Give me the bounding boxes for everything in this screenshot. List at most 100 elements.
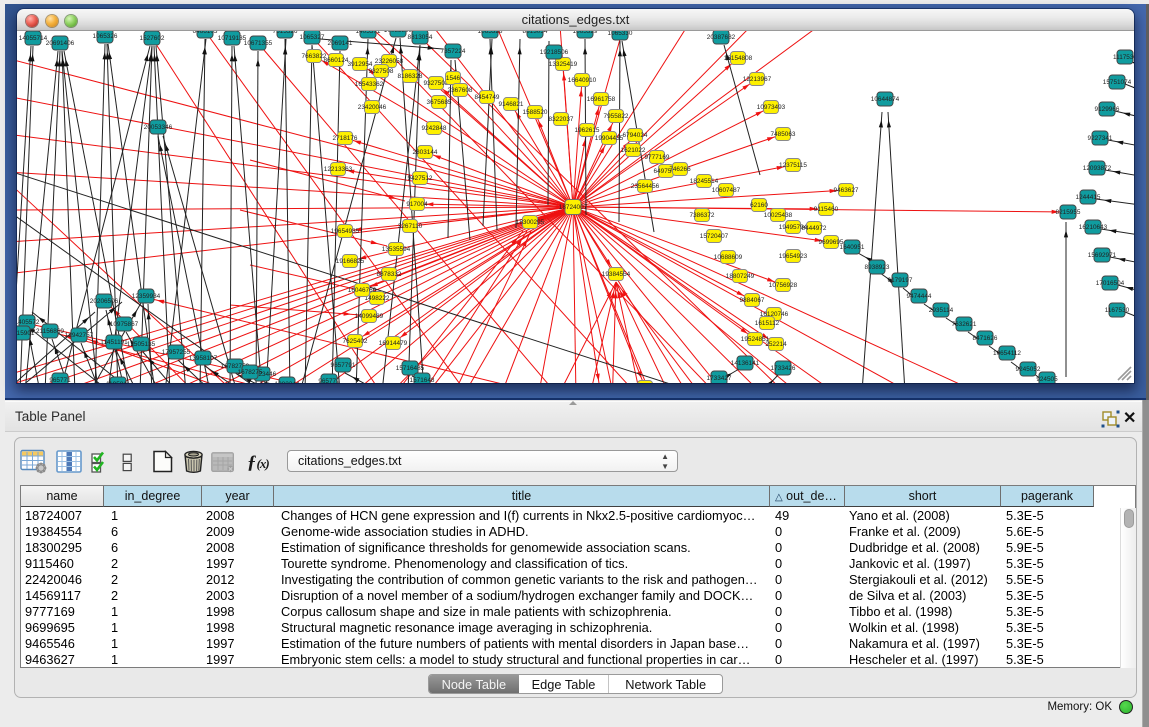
svg-text:1244415: 1244415: [1076, 194, 1101, 201]
svg-text:3915901: 3915901: [17, 330, 35, 337]
svg-text:3675685: 3675685: [427, 99, 452, 106]
svg-text:3912954: 3912954: [348, 61, 373, 68]
svg-text:12213363: 12213363: [324, 166, 353, 173]
svg-text:17957255: 17957255: [162, 349, 191, 356]
svg-text:8878332: 8878332: [377, 271, 402, 278]
svg-text:19384554: 19384554: [602, 271, 631, 278]
svg-text:16543362: 16543362: [355, 81, 384, 88]
svg-text:1065326: 1065326: [93, 33, 118, 40]
svg-text:1640951: 1640951: [840, 244, 865, 251]
svg-text:2935114: 2935114: [929, 307, 954, 314]
svg-text:15692971: 15692971: [1088, 252, 1117, 259]
svg-text:16914479: 16914479: [379, 340, 408, 347]
svg-text:10975867: 10975867: [110, 321, 139, 328]
svg-text:8454749: 8454749: [475, 94, 500, 101]
svg-text:19904435: 19904435: [595, 135, 624, 142]
svg-text:10644874: 10644874: [871, 96, 900, 103]
svg-text:7357224: 7357224: [441, 48, 466, 55]
svg-text:8215955: 8215955: [1056, 209, 1081, 216]
svg-text:965771: 965771: [49, 377, 71, 383]
svg-text:20387682: 20387682: [707, 34, 736, 41]
svg-text:18245514: 18245514: [690, 178, 719, 185]
svg-text:12375115: 12375115: [779, 162, 807, 169]
svg-text:1621022: 1621022: [621, 147, 646, 154]
svg-text:23420046: 23420046: [358, 104, 387, 111]
svg-text:2803144: 2803144: [413, 149, 438, 156]
svg-text:13325419: 13325419: [549, 61, 578, 68]
svg-text:9884067: 9884067: [740, 297, 765, 304]
svg-text:18807249: 18807249: [726, 273, 755, 280]
svg-text:8813054: 8813054: [523, 31, 548, 35]
svg-text:8444972: 8444972: [802, 225, 827, 232]
svg-text:20691406: 20691406: [46, 40, 75, 47]
svg-text:10654112: 10654112: [993, 350, 1021, 357]
svg-text:12505135: 12505135: [127, 341, 156, 348]
svg-text:11451191: 11451191: [100, 339, 128, 346]
svg-text:16210643: 16210643: [1079, 224, 1108, 231]
svg-text:8322037: 8322037: [549, 116, 574, 123]
svg-text:9115460: 9115460: [814, 206, 839, 213]
svg-text:8471626: 8471626: [973, 335, 998, 342]
svg-text:20206506: 20206506: [90, 298, 119, 305]
svg-text:8186328: 8186328: [398, 73, 423, 80]
svg-text:19654923: 19654923: [779, 253, 808, 260]
svg-text:1065328: 1065328: [478, 31, 503, 35]
svg-text:7955822: 7955822: [604, 113, 629, 120]
svg-text:9129966: 9129966: [1095, 106, 1120, 113]
svg-text:9427512: 9427512: [408, 175, 433, 182]
svg-text:12213967: 12213967: [743, 76, 772, 83]
svg-text:1733427: 1733427: [707, 375, 732, 382]
svg-text:7386372: 7386372: [690, 212, 715, 219]
svg-text:1065327: 1065327: [300, 34, 325, 41]
svg-text:1405571: 1405571: [356, 31, 381, 35]
svg-text:9242848: 9242848: [422, 125, 447, 132]
svg-text:9777169: 9777169: [645, 154, 670, 161]
svg-text:917004: 917004: [406, 201, 428, 208]
svg-text:13958107: 13958107: [189, 355, 218, 362]
svg-text:1678275: 1678275: [238, 369, 263, 376]
svg-text:252214: 252214: [765, 341, 787, 348]
svg-text:10719135: 10719135: [218, 35, 247, 42]
svg-text:1733426: 1733426: [771, 365, 796, 372]
svg-text:6466103: 6466103: [193, 31, 218, 35]
svg-text:12942757: 12942757: [65, 332, 94, 339]
svg-text:9474444: 9474444: [907, 293, 932, 300]
svg-text:8813054: 8813054: [408, 34, 433, 41]
svg-text:18724007: 18724007: [559, 204, 588, 211]
svg-text:10688609: 10688609: [714, 254, 743, 261]
svg-text:14136141: 14136141: [731, 360, 760, 367]
svg-text:16640910: 16640910: [568, 77, 597, 84]
svg-text:1282344: 1282344: [275, 381, 300, 383]
svg-text:6794024: 6794024: [623, 132, 648, 139]
svg-text:1405572: 1405572: [17, 319, 40, 326]
svg-text:14055714: 14055714: [19, 35, 48, 42]
svg-text:1195811: 1195811: [106, 381, 130, 383]
svg-text:20053346: 20053346: [144, 124, 173, 131]
svg-text:16961758: 16961758: [587, 96, 616, 103]
svg-text:16154808: 16154808: [724, 55, 753, 62]
svg-text:17016504: 17016504: [1096, 280, 1125, 287]
svg-text:23564456: 23564456: [631, 183, 660, 190]
svg-text:1167530: 1167530: [1105, 307, 1130, 314]
svg-text:15720407: 15720407: [700, 233, 729, 240]
svg-text:21156869: 21156869: [36, 328, 64, 335]
svg-text:10756928: 10756928: [769, 282, 798, 289]
svg-text:19654935: 19654935: [331, 228, 360, 235]
svg-text:2367608: 2367608: [448, 87, 473, 94]
svg-text:15751074: 15751074: [1103, 79, 1132, 86]
svg-text:7515526: 7515526: [273, 31, 298, 35]
svg-text:6179197: 6179197: [888, 277, 913, 284]
svg-text:9245052: 9245052: [1016, 366, 1041, 373]
svg-text:18300295: 18300295: [516, 219, 545, 226]
svg-text:8938923: 8938923: [865, 264, 890, 271]
svg-text:15716485: 15716485: [396, 365, 425, 372]
svg-text:10607487: 10607487: [712, 187, 741, 194]
svg-text:1962615: 1962615: [575, 127, 600, 134]
svg-text:7485063: 7485063: [771, 131, 796, 138]
svg-text:9657791: 9657791: [331, 362, 356, 369]
svg-text:7632621: 7632621: [952, 321, 977, 328]
svg-text:9146821: 9146821: [499, 101, 524, 108]
svg-text:2069141: 2069141: [328, 40, 353, 47]
svg-text:1546: 1546: [446, 75, 461, 82]
svg-text:1588520: 1588520: [523, 109, 548, 116]
